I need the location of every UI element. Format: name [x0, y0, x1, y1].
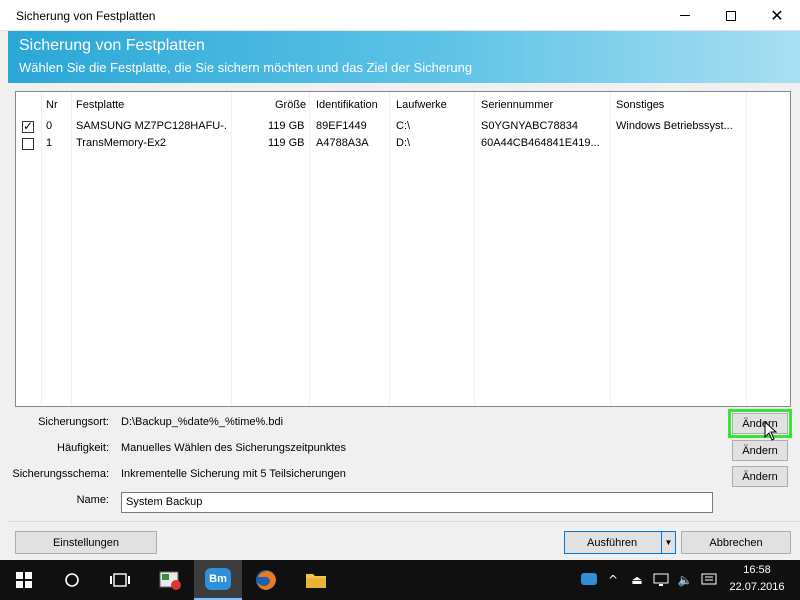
cell-other: Windows Betriebssyst... — [616, 120, 733, 132]
cell-id: A4788A3A — [316, 137, 369, 149]
clock-time[interactable]: 16:58 — [722, 564, 792, 576]
taskbar-app-explorer[interactable] — [292, 560, 340, 600]
cell-serial: 60A44CB464841E419... — [481, 137, 600, 149]
cell-size: 119 GB — [268, 137, 305, 149]
change-scheme-button[interactable]: Ändern — [732, 466, 788, 487]
backup-app-icon: Bm — [205, 568, 231, 590]
column-header-size[interactable]: Größe — [275, 99, 306, 111]
disk-checkbox[interactable] — [22, 119, 34, 133]
run-button[interactable]: Ausführen ▼ — [564, 531, 676, 554]
cell-drives: C:\ — [396, 120, 411, 132]
taskbar-app-firefox[interactable] — [242, 560, 290, 600]
close-button[interactable]: ✕ — [754, 0, 800, 31]
column-header-serial[interactable]: Seriennummer — [481, 99, 553, 111]
cell-disk: SAMSUNG MZ7PC128HAFU-... — [76, 120, 226, 132]
disk-image-app-icon — [159, 571, 181, 590]
window-title: Sicherung von Festplatten — [16, 9, 156, 23]
dropdown-arrow-icon[interactable]: ▼ — [661, 532, 675, 553]
location-value: D:\Backup_%date%_%time%.bdi — [121, 416, 284, 428]
action-center-icon[interactable] — [700, 572, 718, 588]
taskbar-app-backup[interactable]: Bm — [194, 560, 242, 600]
start-button[interactable] — [0, 560, 48, 600]
table-row[interactable]: 0 SAMSUNG MZ7PC128HAFU-... 119 GB 89EF14… — [16, 118, 790, 136]
banner-subtitle: Wählen Sie die Festplatte, die Sie siche… — [19, 60, 473, 75]
search-button[interactable] — [48, 560, 96, 600]
maximize-button[interactable] — [708, 0, 754, 31]
location-label: Sicherungsort: — [38, 416, 109, 428]
windows-icon — [16, 572, 32, 588]
banner-title: Sicherung von Festplatten — [19, 37, 205, 54]
backup-app-icon-label: Bm — [209, 573, 227, 585]
cell-serial: S0YGNYABC78834 — [481, 120, 579, 132]
disk-list[interactable]: Nr Festplatte Größe Identifikation Laufw… — [15, 91, 791, 407]
change-location-button[interactable]: Ändern — [728, 409, 792, 438]
clock-date[interactable]: 22.07.2016 — [722, 581, 792, 593]
folder-icon — [306, 574, 326, 588]
change-frequency-button[interactable]: Ändern — [732, 440, 788, 461]
cell-disk: TransMemory-Ex2 — [76, 137, 167, 149]
task-view-icon — [110, 573, 130, 587]
frequency-value: Manuelles Wählen des Sicherungszeitpunkt… — [121, 442, 347, 454]
backup-tray-icon — [581, 573, 597, 585]
volume-icon[interactable]: 🔈 — [676, 572, 694, 588]
notification-icon — [701, 573, 717, 585]
backup-name-field[interactable]: System Backup — [121, 492, 713, 513]
maximize-icon — [726, 10, 736, 21]
header-banner: Sicherung von Festplatten Wählen Sie die… — [8, 31, 800, 83]
cell-size: 119 GB — [268, 120, 305, 132]
dialog-body: Nr Festplatte Größe Identifikation Laufw… — [8, 83, 800, 560]
table-row[interactable]: 1 TransMemory-Ex2 119 GB A4788A3A D:\ 60… — [16, 135, 790, 153]
scheme-label: Sicherungsschema: — [12, 468, 109, 480]
usb-eject-icon[interactable]: ⏏ — [628, 572, 646, 588]
footer-divider — [8, 521, 800, 522]
column-header-nr[interactable]: Nr — [46, 99, 58, 111]
scheme-value: Inkrementelle Sicherung mit 5 Teilsicher… — [121, 468, 346, 480]
task-view-button[interactable] — [96, 560, 144, 600]
cell-id: 89EF1449 — [316, 120, 367, 132]
tray-show-hidden-icon[interactable]: ^ — [604, 572, 622, 588]
cortana-circle-icon — [65, 573, 79, 587]
column-header-drives[interactable]: Laufwerke — [396, 99, 447, 111]
name-label: Name: — [76, 494, 109, 506]
window-titlebar: Sicherung von Festplatten ✕ — [0, 0, 800, 31]
cell-nr: 1 — [46, 137, 53, 149]
cell-nr: 0 — [46, 120, 53, 132]
settings-button[interactable]: Einstellungen — [15, 531, 157, 554]
column-header-id[interactable]: Identifikation — [316, 99, 378, 111]
minimize-icon — [680, 15, 690, 16]
column-header-other[interactable]: Sonstiges — [616, 99, 664, 111]
cancel-button[interactable]: Abbrechen — [681, 531, 791, 554]
firefox-icon — [256, 570, 276, 590]
close-icon: ✕ — [770, 5, 784, 25]
column-header-disk[interactable]: Festplatte — [76, 99, 124, 111]
mouse-cursor-icon — [764, 421, 778, 441]
run-button-label: Ausführen — [587, 536, 638, 549]
taskbar: Bm ^ ⏏ 🔈 16:58 22.07.2016 — [0, 560, 800, 600]
frequency-label: Häufigkeit: — [57, 442, 109, 454]
minimize-button[interactable] — [662, 0, 708, 31]
monitor-network-icon — [653, 573, 669, 586]
cell-drives: D:\ — [396, 137, 411, 149]
disk-checkbox[interactable] — [22, 138, 34, 150]
network-icon[interactable] — [652, 572, 670, 588]
taskbar-app-disk[interactable] — [146, 560, 194, 600]
tray-app-icon[interactable] — [580, 572, 598, 588]
